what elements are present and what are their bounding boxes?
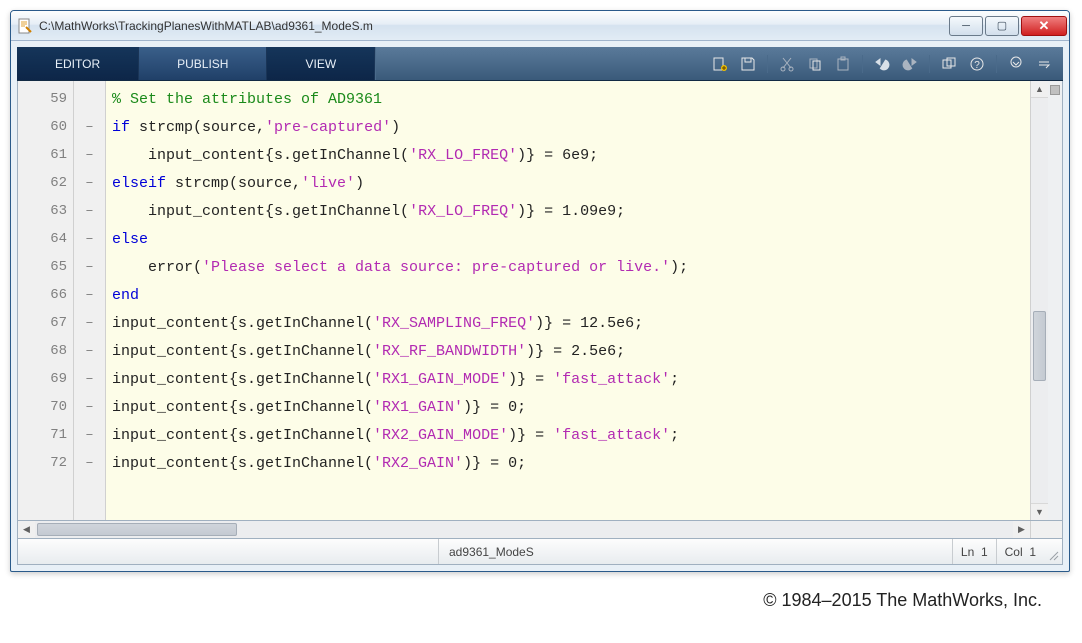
scrollbar-corner [1030,521,1062,538]
tab-view[interactable]: VIEW [267,47,375,80]
status-spacer [544,539,952,564]
paste-icon[interactable] [832,53,854,75]
breakpoint-dash[interactable]: – [74,421,105,449]
code-line[interactable]: input_content{s.getInChannel('RX_LO_FREQ… [106,197,1030,225]
line-number[interactable]: 61 [18,141,73,169]
line-number[interactable]: 62 [18,169,73,197]
line-number[interactable]: 69 [18,365,73,393]
switch-window-icon[interactable] [938,53,960,75]
code-line[interactable]: if strcmp(source,'pre-captured') [106,113,1030,141]
code-line[interactable]: input_content{s.getInChannel('RX_SAMPLIN… [106,309,1030,337]
line-number[interactable]: 60 [18,113,73,141]
breakpoint-dash[interactable]: – [74,393,105,421]
editor-window: C:\MathWorks\TrackingPlanesWithMATLAB\ad… [10,10,1070,572]
dropdown-icon[interactable] [1005,53,1027,75]
code-line[interactable]: input_content{s.getInChannel('RX2_GAIN')… [106,449,1030,477]
breakpoint-dash[interactable]: – [74,113,105,141]
line-number-gutter[interactable]: 5960616263646566676869707172 [18,81,74,520]
col-value: 1 [1029,545,1036,559]
code-line[interactable]: input_content{s.getInChannel('RX1_GAIN_M… [106,365,1030,393]
breakpoint-dash[interactable]: – [74,197,105,225]
maximize-button[interactable]: ▢ [985,16,1019,36]
code-line[interactable]: input_content{s.getInChannel('RX_LO_FREQ… [106,141,1030,169]
status-line[interactable]: Ln 1 [952,539,996,564]
quick-access-toolbar: ? [375,47,1063,80]
file-icon [17,18,33,34]
ln-value: 1 [981,545,988,559]
separator [929,55,930,73]
scroll-track[interactable] [35,521,1013,538]
line-number[interactable]: 70 [18,393,73,421]
breakpoint-column[interactable]: ––––––––––––– [74,81,106,520]
minimize-ribbon-icon[interactable] [1033,53,1055,75]
statusbar: ad9361_ModeS Ln 1 Col 1 [17,539,1063,565]
resize-grip-icon[interactable] [1044,539,1062,564]
tab-publish[interactable]: PUBLISH [139,47,267,80]
code-line[interactable]: % Set the attributes of AD9361 [106,85,1030,113]
copyright-text: © 1984–2015 The MathWorks, Inc. [0,582,1082,615]
toolstrip: EDITOR PUBLISH VIEW ? [17,47,1063,81]
breakpoint-dash[interactable]: – [74,281,105,309]
line-number[interactable]: 67 [18,309,73,337]
code-line[interactable]: elseif strcmp(source,'live') [106,169,1030,197]
line-number[interactable]: 72 [18,449,73,477]
breakpoint-dash[interactable]: – [74,141,105,169]
scroll-right-arrow-icon[interactable]: ▶ [1013,521,1030,538]
window-title: C:\MathWorks\TrackingPlanesWithMATLAB\ad… [39,19,949,33]
col-label: Col [1005,545,1023,559]
code-line[interactable]: input_content{s.getInChannel('RX1_GAIN')… [106,393,1030,421]
new-file-icon[interactable] [709,53,731,75]
scroll-thumb[interactable] [37,523,237,536]
line-number[interactable]: 68 [18,337,73,365]
line-number[interactable]: 66 [18,281,73,309]
tab-editor[interactable]: EDITOR [17,47,139,80]
status-col[interactable]: Col 1 [996,539,1044,564]
line-number[interactable]: 59 [18,85,73,113]
line-number[interactable]: 64 [18,225,73,253]
separator [862,55,863,73]
window-controls: ─ ▢ ✕ [949,16,1067,36]
titlebar[interactable]: C:\MathWorks\TrackingPlanesWithMATLAB\ad… [11,11,1069,41]
code-line[interactable]: input_content{s.getInChannel('RX_RF_BAND… [106,337,1030,365]
scroll-down-arrow-icon[interactable]: ▼ [1031,503,1048,520]
breakpoint-dash[interactable] [74,85,105,113]
copy-icon[interactable] [804,53,826,75]
scroll-thumb[interactable] [1033,311,1046,381]
redo-icon[interactable] [899,53,921,75]
code-line[interactable]: error('Please select a data source: pre-… [106,253,1030,281]
separator [767,55,768,73]
breakpoint-dash[interactable]: – [74,169,105,197]
line-number[interactable]: 65 [18,253,73,281]
help-icon[interactable]: ? [966,53,988,75]
line-number[interactable]: 71 [18,421,73,449]
line-number[interactable]: 63 [18,197,73,225]
status-filename: ad9361_ModeS [438,539,544,564]
scroll-up-arrow-icon[interactable]: ▲ [1031,81,1048,98]
minimize-button[interactable]: ─ [949,16,983,36]
breakpoint-dash[interactable]: – [74,365,105,393]
horizontal-scrollbar[interactable]: ◀ ▶ [17,521,1063,539]
code-analyzer-bar[interactable] [1048,81,1062,520]
breakpoint-dash[interactable]: – [74,449,105,477]
vertical-scrollbar[interactable]: ▲ ▼ [1030,81,1048,520]
code-editor[interactable]: % Set the attributes of AD9361if strcmp(… [106,81,1030,520]
separator [996,55,997,73]
breakpoint-dash[interactable]: – [74,253,105,281]
close-button[interactable]: ✕ [1021,16,1067,36]
undo-icon[interactable] [871,53,893,75]
code-line[interactable]: else [106,225,1030,253]
editor-area: 5960616263646566676869707172 –––––––––––… [17,81,1063,521]
breakpoint-dash[interactable]: – [74,225,105,253]
breakpoint-dash[interactable]: – [74,309,105,337]
ln-label: Ln [961,545,974,559]
analyzer-status-icon[interactable] [1050,85,1060,95]
code-line[interactable]: input_content{s.getInChannel('RX2_GAIN_M… [106,421,1030,449]
svg-text:?: ? [974,60,980,71]
breakpoint-dash[interactable]: – [74,337,105,365]
save-icon[interactable] [737,53,759,75]
code-line[interactable]: end [106,281,1030,309]
cut-icon[interactable] [776,53,798,75]
scroll-left-arrow-icon[interactable]: ◀ [18,521,35,538]
